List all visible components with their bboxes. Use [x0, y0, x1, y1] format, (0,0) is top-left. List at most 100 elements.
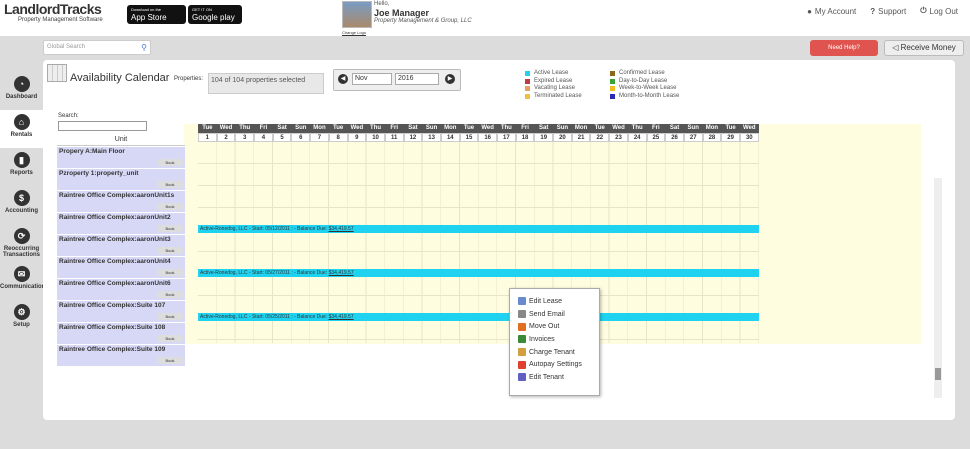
weekday-label: Sun — [683, 124, 703, 133]
lease-text: Active-Ronedog, LLC - Start: 05/27/2011 … — [200, 270, 329, 276]
weekday-label: Thu — [497, 124, 516, 133]
balance-due-link[interactable]: $34,419.57 — [329, 314, 354, 320]
book-button[interactable]: Book — [157, 269, 183, 276]
legend-item: Expired Lease — [525, 78, 582, 86]
scrollbar-thumb[interactable] — [935, 368, 941, 380]
lease-bar-unit6[interactable]: Active-Ronedog, LLC - Start: 05/27/2011 … — [198, 269, 759, 277]
weekday-label: Sun — [291, 124, 311, 133]
unit-search-input[interactable] — [58, 121, 147, 131]
legend-item: Terminated Lease — [525, 93, 582, 101]
lease-bar-suite108[interactable]: Active-Ronedog, LLC - Start: 05/25/2011 … — [198, 313, 759, 321]
weekday-label: Tue — [198, 124, 217, 133]
receive-money-icon: ◁ — [892, 43, 899, 52]
unit-row: Raintree Office Complex:Suite 109 Book — [57, 345, 185, 367]
next-month-button[interactable]: ▶ — [445, 74, 455, 84]
unit-name[interactable]: Raintree Office Complex:Suite 107 — [57, 301, 185, 310]
unit-name[interactable]: Raintree Office Complex:Suite 109 — [57, 345, 185, 354]
lease-text: Active-Ronedog, LLC - Start: 05/25/2011 … — [200, 314, 329, 320]
day-number: 28 — [702, 133, 722, 142]
menu-item-edit-tenant[interactable]: Edit Tenant — [518, 371, 591, 384]
unit-name[interactable]: Raintree Office Complex:aaronUnit2 — [57, 213, 185, 222]
legend-label: Vacating Lease — [534, 85, 575, 91]
weekday-label: Wed — [609, 124, 628, 133]
menu-item-invoices[interactable]: Invoices — [518, 333, 591, 346]
menu-item-charge-tenant[interactable]: Charge Tenant — [518, 346, 591, 359]
global-search-input[interactable]: Global Search ⚲ — [43, 40, 151, 55]
day-column-header: Sun 6 — [291, 124, 311, 142]
book-button[interactable]: Book — [157, 181, 183, 188]
day-headers: Tue 1 Wed 2 Thu 3 Fri 4 Sat 5 Sun 6 Mon 7 Tue 8 Wed 9 Thu 1… — [198, 124, 759, 142]
menu-item-send-email[interactable]: Send Email — [518, 308, 591, 321]
book-label: Book — [165, 160, 175, 165]
legend-item: Week-to-Week Lease — [610, 85, 679, 93]
book-button[interactable]: Book — [157, 291, 183, 298]
book-button[interactable]: Book — [157, 247, 183, 254]
menu-item-icon — [518, 335, 526, 344]
balance-due-link[interactable]: $34,419.57 — [329, 226, 354, 232]
change-logo-link[interactable]: Change Logo — [342, 30, 366, 35]
year-select[interactable]: 2016 — [395, 73, 439, 85]
legend-swatch — [525, 71, 530, 77]
unit-name[interactable]: Propery A:Main Floor — [57, 147, 185, 156]
search-icon[interactable]: ⚲ — [141, 43, 147, 52]
weekday-label: Mon — [702, 124, 722, 133]
need-help-button[interactable]: Need Help? — [810, 40, 878, 56]
book-button[interactable]: Book — [157, 335, 183, 342]
nav-item-dashboard[interactable]: ◔ Dashboard — [0, 72, 43, 110]
question-icon: ? — [870, 6, 876, 16]
month-select[interactable]: Nov — [352, 73, 392, 85]
menu-item-edit-lease[interactable]: Edit Lease — [518, 295, 591, 308]
day-number: 10 — [366, 133, 385, 142]
vertical-scrollbar[interactable] — [934, 178, 942, 398]
nav-item-rentals[interactable]: ⌂ Rentals — [0, 110, 43, 148]
book-button[interactable]: Book — [157, 313, 183, 320]
weekday-label: Mon — [440, 124, 460, 133]
menu-item-move-out[interactable]: Move Out — [518, 320, 591, 333]
support-link[interactable]: ? Support — [870, 6, 906, 16]
refresh-icon: ⟳ — [13, 228, 30, 244]
weekday-label: Tue — [459, 124, 479, 133]
context-menu: Edit Lease Send Email Move Out Invoices Char… — [509, 288, 600, 396]
day-column-header: Fri 25 — [646, 124, 666, 142]
prev-month-button[interactable]: ◀ — [338, 74, 348, 84]
nav-item-accounting[interactable]: $ Accounting — [0, 186, 43, 224]
day-column-header: Wed 9 — [347, 124, 367, 142]
my-account-link[interactable]: ● My Account — [807, 6, 856, 16]
book-button[interactable]: Book — [157, 159, 183, 166]
unit-name[interactable]: Pzroperty 1:property_unit — [57, 169, 185, 178]
legend-item: Month-to-Month Lease — [610, 93, 679, 101]
day-column-header: Sun 20 — [553, 124, 572, 142]
lease-bar-unit3[interactable]: Active-Ronedog, LLC - Start: 05/12/2011 … — [198, 225, 759, 233]
receive-money-button[interactable]: ◁ Receive Money — [884, 40, 964, 56]
logout-link[interactable]: ⏻ Log Out — [920, 6, 958, 16]
book-button[interactable]: Book — [157, 203, 183, 210]
menu-item-autopay-settings[interactable]: Autopay Settings — [518, 358, 591, 371]
balance-due-link[interactable]: $34,419.57 — [329, 270, 354, 276]
book-button[interactable]: Book — [157, 225, 183, 232]
google-play-badge[interactable]: GET IT ON Google play — [188, 5, 242, 24]
properties-select[interactable]: 104 of 104 properties selected — [208, 73, 324, 94]
unit-name[interactable]: Raintree Office Complex:Suite 108 — [57, 323, 185, 332]
unit-name[interactable]: Raintree Office Complex:aaronUnit3 — [57, 235, 185, 244]
unit-name[interactable]: Raintree Office Complex:aaronUnit4 — [57, 257, 185, 266]
unit-name[interactable]: Raintree Office Complex:aaronUnit6 — [57, 279, 185, 288]
house-icon: ⌂ — [13, 114, 30, 130]
nav-item-setup[interactable]: ⚙ Setup — [0, 300, 43, 338]
app-store-badge[interactable]: Download on the App Store — [127, 5, 186, 24]
book-label: Book — [165, 248, 175, 253]
menu-item-icon — [518, 373, 526, 382]
unit-column-header: Unit — [57, 136, 185, 146]
app-store-label: App Store — [131, 13, 167, 22]
availability-table: Search: Unit Tue 1 Wed 2 Thu 3 Fri 4 Sat 5 Sun 6 Mon… — [57, 113, 942, 398]
day-column-header: Wed 16 — [478, 124, 497, 142]
unit-name[interactable]: Raintree Office Complex:aaronUnit1s — [57, 191, 185, 200]
unit-rows: Propery A:Main Floor Book Pzroperty 1:prop… — [57, 147, 185, 367]
book-button[interactable]: Book — [157, 357, 183, 364]
day-number: 19 — [534, 133, 554, 142]
book-label: Book — [165, 226, 175, 231]
day-number: 15 — [459, 133, 479, 142]
nav-item-communication[interactable]: ✉ Communication — [0, 262, 45, 300]
logo[interactable]: LandlordTracks Property Management Softw… — [4, 2, 124, 24]
nav-item-reports[interactable]: ▮ Reports — [0, 148, 43, 186]
nav-item-reoccurring-transactions[interactable]: ⟳ Reoccurring Transactions — [0, 224, 43, 262]
